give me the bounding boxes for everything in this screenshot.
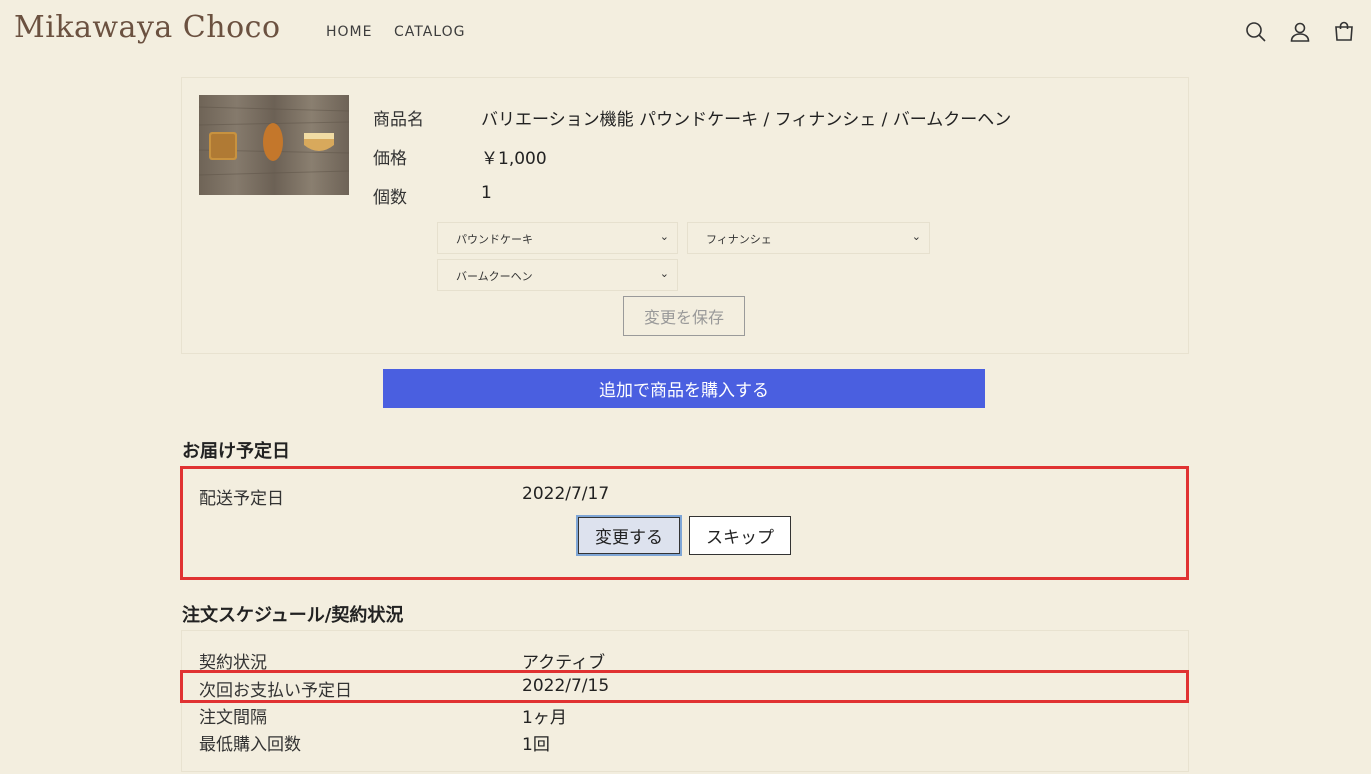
order-interval-label: 注文間隔 [199,708,267,728]
search-icon[interactable] [1244,20,1268,44]
variant-select-3[interactable]: バームクーヘン ⌄ [437,259,678,291]
delivery-date-label: 配送予定日 [199,489,284,509]
change-date-button[interactable]: 変更する [576,515,682,556]
quantity-value: 1 [481,183,492,203]
chevron-down-icon: ⌄ [659,230,669,243]
skip-button[interactable]: スキップ [689,516,791,555]
product-name-label: 商品名 [373,110,424,130]
buy-additional-button[interactable]: 追加で商品を購入する [383,369,985,408]
schedule-section-title: 注文スケジュール/契約状況 [182,605,404,626]
chevron-down-icon: ⌄ [659,267,669,280]
delivery-section-title: お届け予定日 [182,441,290,462]
cart-icon[interactable] [1332,20,1356,44]
product-name-value: バリエーション機能 パウンドケーキ / フィナンシェ / バームクーヘン [481,110,1012,130]
next-payment-label: 次回お支払い予定日 [199,681,352,701]
site-logo[interactable]: Mikawaya Choco [14,10,281,45]
variant-select-1-value: パウンドケーキ [456,233,533,246]
site-header: Mikawaya Choco HOME CATALOG [0,0,1371,64]
order-interval-value: 1ヶ月 [522,708,567,728]
nav-catalog-link[interactable]: CATALOG [394,24,465,40]
variant-select-1[interactable]: パウンドケーキ ⌄ [437,222,678,254]
next-payment-value: 2022/7/15 [522,676,610,696]
variant-select-2-value: フィナンシェ [706,233,772,246]
delivery-highlight-box [180,466,1189,580]
min-purchase-label: 最低購入回数 [199,735,301,755]
price-label: 価格 [373,149,407,169]
quantity-label: 個数 [373,188,407,208]
account-icon[interactable] [1288,20,1312,44]
nav-home-link[interactable]: HOME [326,24,372,40]
product-image [198,95,350,195]
price-value: ￥1,000 [481,149,547,169]
variant-select-2[interactable]: フィナンシェ ⌄ [687,222,930,254]
delivery-date-value: 2022/7/17 [522,484,610,504]
min-purchase-value: 1回 [522,735,550,755]
variant-select-3-value: バームクーヘン [456,270,533,283]
save-changes-button[interactable]: 変更を保存 [623,296,745,336]
chevron-down-icon: ⌄ [911,230,921,243]
